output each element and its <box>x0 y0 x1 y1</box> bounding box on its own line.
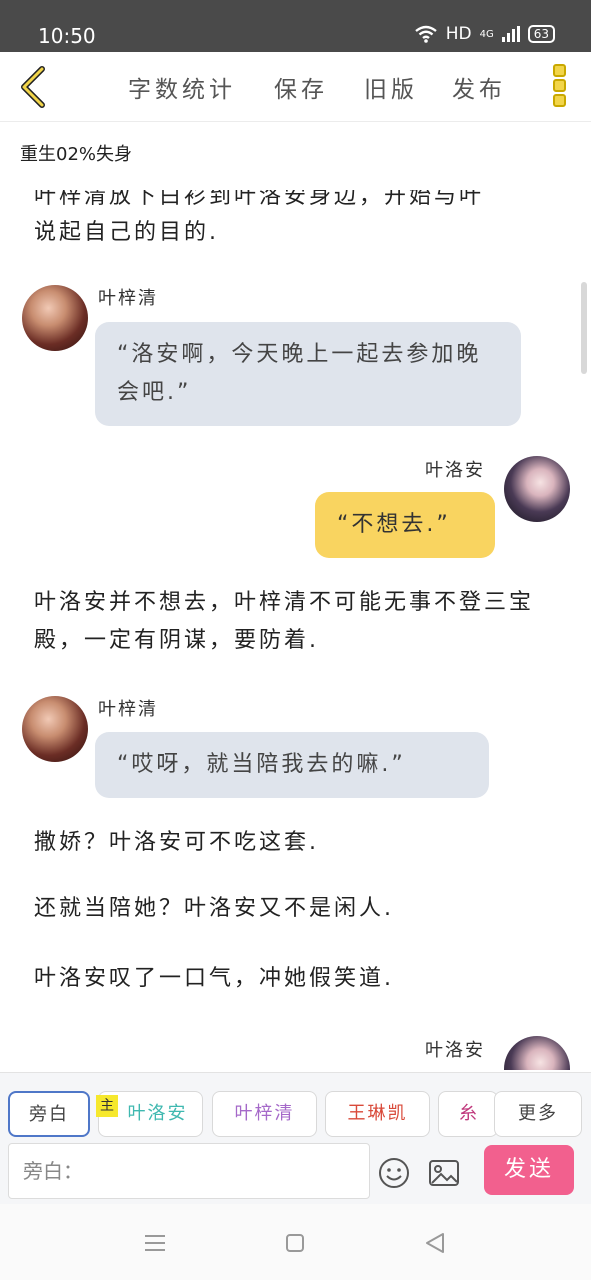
avatar-ye-ziqing[interactable] <box>22 285 88 351</box>
more-roles-button[interactable]: 更多 <box>494 1091 582 1137</box>
narration-intro: 说起自己的目的. <box>34 220 219 245</box>
signal-label: 4G <box>479 28 494 40</box>
avatar-ye-ziqing[interactable] <box>22 696 88 762</box>
speaker-name: 叶梓清 <box>98 288 158 309</box>
scrollbar[interactable] <box>581 282 587 374</box>
role-chip-wang-linkai[interactable]: 王琳凯 <box>325 1091 430 1137</box>
narration-paragraph: 还就当陪她？叶洛安又不是闲人. <box>34 896 394 921</box>
battery-icon: 63 <box>527 25 555 43</box>
editor-toolbar: 字数统计 保存 旧版 发布 <box>0 52 591 122</box>
save-button[interactable]: 保存 <box>274 70 328 104</box>
role-name: 糸统 <box>459 1103 479 1124</box>
back-icon[interactable] <box>425 1232 445 1254</box>
main-role-tag: 主 <box>96 1095 118 1117</box>
narration-paragraph: 撒娇？叶洛安可不吃这套. <box>34 830 319 855</box>
message-input-box[interactable] <box>8 1143 370 1199</box>
menu-icon[interactable] <box>144 1234 166 1252</box>
status-time: 10:50 <box>38 24 96 48</box>
narration-cut-off: 叶梓清放下白衫到叶洛安身边，开始与叶 <box>34 190 485 209</box>
image-icon[interactable] <box>428 1159 460 1187</box>
avatar-ye-luoan[interactable] <box>504 456 570 522</box>
emoji-icon[interactable] <box>378 1157 410 1189</box>
network-type: HD <box>445 24 472 44</box>
narration-paragraph: 叶洛安并不想去，叶梓清不可能无事不登三宝殿，一定有阴谋，要防着. <box>34 590 535 653</box>
story-content[interactable]: 叶梓清放下白衫到叶洛安身边，开始与叶 说起自己的目的. 叶梓清 “洛安啊，今天晚… <box>0 190 591 1070</box>
role-chip-system[interactable]: 糸统 <box>438 1091 498 1137</box>
chat-bubble[interactable]: “不想去.” <box>315 492 495 558</box>
narration-paragraph: 叶洛安叹了一口气，冲她假笑道. <box>34 966 394 991</box>
role-chip-aside[interactable]: 旁白 <box>8 1091 90 1137</box>
wifi-icon <box>414 25 437 43</box>
chat-bubble[interactable]: “洛安啊，今天晚上一起去参加晚会吧.” <box>95 322 521 426</box>
word-count-button[interactable]: 字数统计 <box>128 70 236 104</box>
more-menu-icon[interactable] <box>548 64 570 112</box>
message-input[interactable] <box>9 1144 369 1198</box>
speaker-name: 叶梓清 <box>98 699 158 720</box>
status-bar: 10:50 HD 4G 63 <box>0 0 591 52</box>
home-icon[interactable] <box>285 1233 305 1253</box>
compose-panel: 旁白 叶洛安 主 叶梓清 王琳凯 糸统 更多 发送 <box>0 1072 591 1204</box>
chat-bubble[interactable]: “哎呀，就当陪我去的嘛.” <box>95 732 489 798</box>
role-chip-ye-ziqing[interactable]: 叶梓清 <box>212 1091 317 1137</box>
system-nav-bar <box>0 1204 591 1280</box>
role-name: 叶洛安 <box>127 1103 188 1124</box>
speaker-name: 叶洛安 <box>425 460 485 481</box>
send-button[interactable]: 发送 <box>484 1145 574 1195</box>
status-icons: HD 4G 63 <box>414 24 555 44</box>
role-name: 王琳凯 <box>347 1103 408 1124</box>
role-name: 叶梓清 <box>234 1103 295 1124</box>
publish-button[interactable]: 发布 <box>452 70 506 104</box>
back-chevron-icon[interactable] <box>14 64 54 110</box>
old-version-button[interactable]: 旧版 <box>364 70 418 104</box>
avatar-ye-luoan[interactable] <box>504 1036 570 1070</box>
speaker-name: 叶洛安 <box>425 1040 485 1061</box>
document-title[interactable]: 重生02%失身 <box>20 140 132 166</box>
signal-icon <box>501 26 520 42</box>
